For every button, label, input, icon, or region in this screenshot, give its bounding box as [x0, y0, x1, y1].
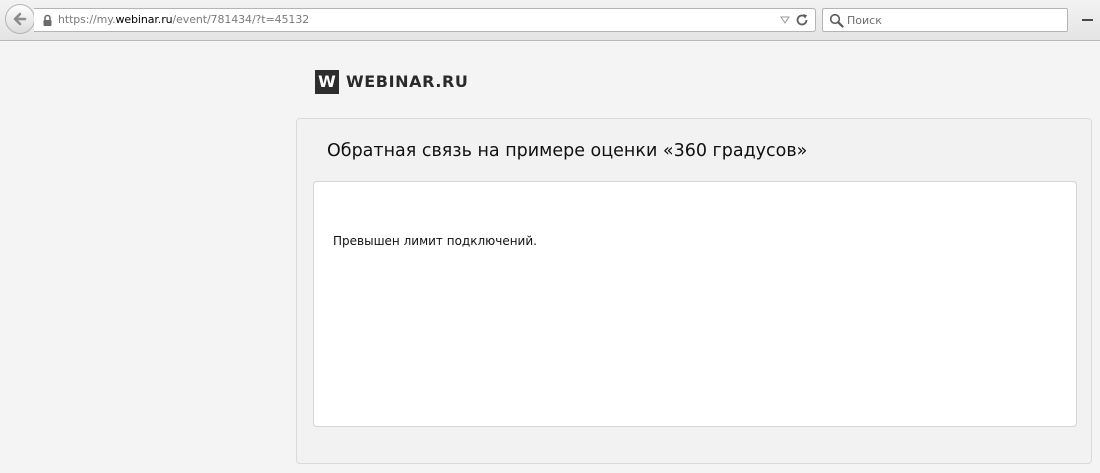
- url-text[interactable]: https://my.webinar.ru/event/781434/?t=45…: [58, 13, 309, 26]
- browser-toolbar: https://my.webinar.ru/event/781434/?t=45…: [0, 0, 1100, 41]
- magnifier-icon: [829, 13, 844, 28]
- back-arrow-icon: [13, 12, 27, 26]
- url-host: webinar.ru: [115, 13, 173, 26]
- back-button[interactable]: [5, 4, 35, 34]
- address-bar[interactable]: https://my.webinar.ru/event/781434/?t=45…: [34, 8, 816, 32]
- logo-mark: W: [315, 70, 339, 94]
- connection-limit-message: Превышен лимит подключений.: [333, 234, 537, 248]
- dropdown-triangle-icon[interactable]: [780, 16, 790, 24]
- search-field[interactable]: Поиск: [822, 8, 1068, 32]
- url-path: /event/781434/?t=45132: [172, 13, 310, 26]
- event-title: Обратная связь на примере оценки «360 гр…: [327, 141, 808, 161]
- url-scheme: https://my.: [58, 13, 116, 26]
- search-placeholder: Поиск: [847, 14, 882, 27]
- message-box: Превышен лимит подключений.: [313, 181, 1077, 427]
- event-panel: Обратная связь на примере оценки «360 гр…: [296, 118, 1092, 464]
- reload-icon[interactable]: [795, 13, 809, 27]
- minimize-icon[interactable]: [1082, 19, 1093, 21]
- lock-icon: [43, 14, 52, 26]
- logo-text: WEBINAR.RU: [346, 72, 469, 91]
